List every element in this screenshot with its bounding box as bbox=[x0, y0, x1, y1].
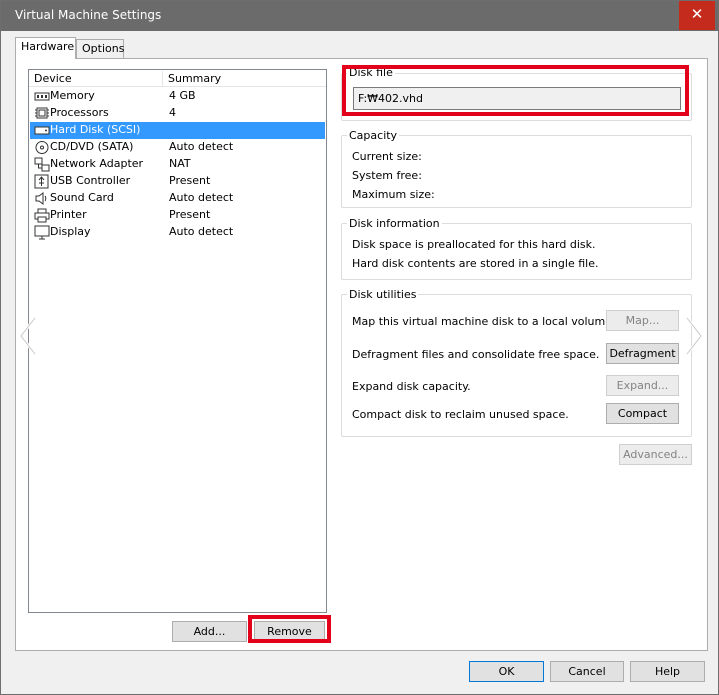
network-adapter-icon bbox=[34, 157, 50, 172]
device-name: USB Controller bbox=[50, 174, 131, 187]
device-row-processors[interactable]: Processors 4 bbox=[30, 105, 325, 122]
device-row-network-adapter[interactable]: Network Adapter NAT bbox=[30, 156, 325, 173]
chevron-right-icon[interactable] bbox=[684, 316, 704, 356]
defragment-button[interactable]: Defragment bbox=[606, 343, 679, 364]
device-name: Sound Card bbox=[50, 191, 114, 204]
cd-dvd-icon bbox=[35, 141, 49, 154]
disk-info-line-1: Disk space is preallocated for this hard… bbox=[352, 238, 596, 251]
tab-hardware[interactable]: Hardware bbox=[15, 37, 76, 59]
column-header-summary[interactable]: Summary bbox=[168, 72, 221, 85]
device-summary: Auto detect bbox=[169, 140, 234, 153]
device-name: Memory bbox=[50, 89, 95, 102]
device-name: Hard Disk (SCSI) bbox=[50, 123, 141, 136]
capacity-title: Capacity bbox=[347, 129, 400, 142]
cancel-button[interactable]: Cancel bbox=[550, 661, 624, 682]
compact-button[interactable]: Compact bbox=[606, 403, 679, 424]
device-summary: Auto detect bbox=[169, 191, 234, 204]
memory-icon bbox=[34, 92, 50, 101]
compact-description: Compact disk to reclaim unused space. bbox=[352, 408, 569, 421]
expand-button[interactable]: Expand... bbox=[606, 375, 679, 396]
tab-options[interactable]: Options bbox=[76, 39, 124, 58]
device-row-display[interactable]: Display Auto detect bbox=[30, 224, 325, 241]
device-name: Processors bbox=[50, 106, 109, 119]
device-summary: 4 bbox=[169, 106, 176, 119]
device-summary: Present bbox=[169, 208, 211, 221]
device-row-memory[interactable]: Memory 4 GB bbox=[30, 88, 325, 105]
usb-icon bbox=[34, 174, 49, 189]
advanced-button[interactable]: Advanced... bbox=[619, 444, 692, 465]
device-summary: 4 GB bbox=[169, 89, 196, 102]
device-name: Network Adapter bbox=[50, 157, 144, 170]
close-button[interactable]: ✕ bbox=[679, 1, 715, 30]
device-name: CD/DVD (SATA) bbox=[50, 140, 134, 153]
title-bar[interactable]: Virtual Machine Settings ✕ bbox=[1, 1, 718, 31]
disk-file-highlight bbox=[342, 65, 689, 116]
remove-button-highlight bbox=[248, 615, 331, 643]
device-list-header: Device Summary bbox=[29, 70, 326, 87]
device-summary: Present bbox=[169, 174, 211, 187]
printer-icon bbox=[34, 208, 50, 223]
disk-info-line-2: Hard disk contents are stored in a singl… bbox=[352, 257, 599, 270]
hard-disk-icon bbox=[34, 126, 50, 135]
close-icon: ✕ bbox=[690, 5, 704, 23]
map-button[interactable]: Map... bbox=[606, 310, 679, 331]
chevron-left-icon[interactable] bbox=[18, 316, 38, 356]
column-separator[interactable] bbox=[162, 71, 163, 86]
device-name: Printer bbox=[50, 208, 87, 221]
map-description: Map this virtual machine disk to a local… bbox=[352, 315, 616, 328]
device-row-sound-card[interactable]: Sound Card Auto detect bbox=[30, 190, 325, 207]
disk-information-title: Disk information bbox=[347, 217, 442, 230]
expand-description: Expand disk capacity. bbox=[352, 380, 471, 393]
processor-icon bbox=[35, 107, 49, 119]
device-row-cd-dvd[interactable]: CD/DVD (SATA) Auto detect bbox=[30, 139, 325, 156]
device-list[interactable]: Device Summary Memory 4 GB Processors 4 … bbox=[28, 69, 327, 613]
window-title: Virtual Machine Settings bbox=[15, 8, 162, 22]
speaker-icon bbox=[35, 192, 47, 205]
ok-button[interactable]: OK bbox=[469, 661, 544, 682]
disk-utilities-title: Disk utilities bbox=[347, 288, 419, 301]
device-row-usb-controller[interactable]: USB Controller Present bbox=[30, 173, 325, 190]
help-button[interactable]: Help bbox=[630, 661, 705, 682]
device-summary: Auto detect bbox=[169, 225, 234, 238]
system-free-label: System free: bbox=[352, 169, 422, 182]
column-header-device[interactable]: Device bbox=[34, 72, 72, 85]
device-summary: NAT bbox=[169, 157, 191, 170]
display-icon bbox=[34, 225, 50, 240]
capacity-group: Capacity Current size: System free: Maxi… bbox=[341, 129, 692, 208]
maximum-size-label: Maximum size: bbox=[352, 188, 435, 201]
disk-information-group: Disk information Disk space is prealloca… bbox=[341, 217, 692, 280]
defragment-description: Defragment files and consolidate free sp… bbox=[352, 348, 600, 361]
settings-window: Virtual Machine Settings ✕ Hardware Opti… bbox=[0, 0, 719, 695]
device-row-printer[interactable]: Printer Present bbox=[30, 207, 325, 224]
device-name: Display bbox=[50, 225, 91, 238]
current-size-label: Current size: bbox=[352, 150, 422, 163]
add-button[interactable]: Add... bbox=[172, 621, 247, 642]
device-row-hard-disk[interactable]: Hard Disk (SCSI) bbox=[30, 122, 325, 139]
